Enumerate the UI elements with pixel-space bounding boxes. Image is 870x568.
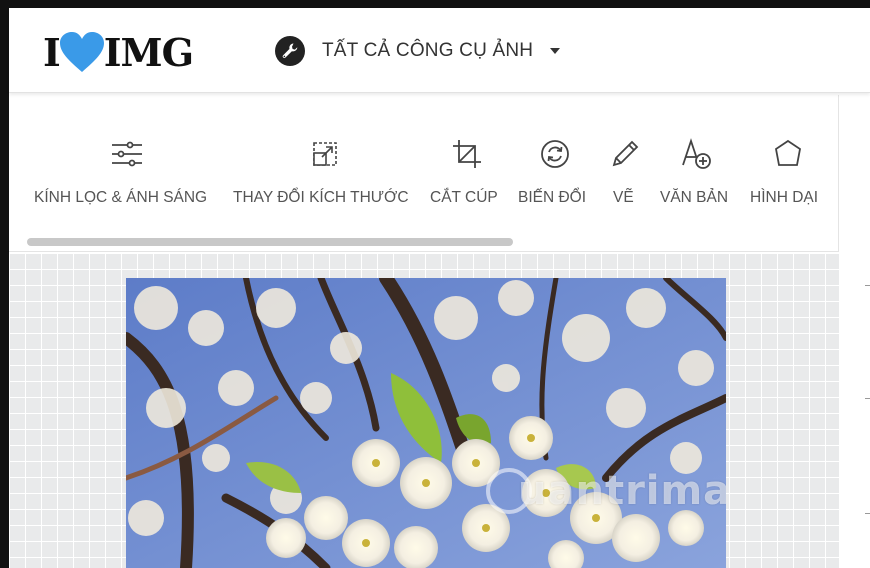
chevron-down-icon: [550, 48, 561, 54]
shape-icon: [775, 139, 801, 166]
toolbar-scrollbar[interactable]: [27, 238, 513, 246]
sliders-icon: [112, 141, 142, 167]
crop-icon: [453, 140, 481, 168]
tool-toolbar: KÍNH LỌC & ÁNH SÁNG THAY ĐỔI KÍCH THƯỚC …: [9, 95, 839, 252]
tool-label: BIẾN ĐỔI: [518, 189, 587, 206]
logo-text-right: IMG: [103, 29, 194, 75]
image-canvas[interactable]: uantrimang: [9, 253, 839, 568]
tool-label: VẼ: [613, 189, 634, 206]
resize-icon: [313, 142, 337, 166]
right-panel: [839, 93, 870, 568]
panel-tick: [865, 285, 870, 286]
tool-label: VĂN BẢN: [660, 189, 729, 206]
all-tools-label: TẤT CẢ CÔNG CỤ ẢNH: [322, 40, 534, 61]
tool-label: HÌNH DẠI: [750, 189, 819, 206]
wrench-icon: [275, 36, 305, 66]
heart-icon: [59, 32, 104, 72]
tool-filters-lighting[interactable]: KÍNH LỌC & ÁNH SÁNG: [34, 137, 220, 217]
watermark-text: uantrimang: [518, 468, 726, 514]
tool-text[interactable]: VĂN BẢN: [660, 137, 732, 217]
all-tools-dropdown[interactable]: TẤT CẢ CÔNG CỤ ẢNH: [275, 33, 561, 69]
window-frame-top: [0, 0, 870, 8]
cherry-blossom-photo[interactable]: uantrimang: [126, 278, 726, 568]
tool-transform[interactable]: BIẾN ĐỔI: [518, 137, 592, 217]
tool-shape[interactable]: HÌNH DẠI: [750, 137, 826, 217]
window-frame-left: [0, 0, 9, 568]
tool-label: KÍNH LỌC & ÁNH SÁNG: [34, 189, 208, 206]
panel-tick: [865, 398, 870, 399]
rotate-icon: [541, 140, 569, 168]
app-header: I IMG TẤT CẢ CÔNG CỤ ẢNH: [9, 8, 870, 93]
panel-tick: [865, 513, 870, 514]
text-add-icon: [682, 138, 711, 169]
pencil-icon: [612, 140, 639, 167]
tool-crop[interactable]: CẮT CÚP: [430, 137, 504, 217]
tool-resize[interactable]: THAY ĐỔI KÍCH THƯỚC: [233, 137, 417, 217]
tool-draw[interactable]: VẼ: [612, 137, 639, 217]
tool-label: THAY ĐỔI KÍCH THƯỚC: [233, 189, 409, 206]
tool-label: CẮT CÚP: [430, 189, 498, 206]
logo[interactable]: I IMG: [43, 29, 194, 75]
